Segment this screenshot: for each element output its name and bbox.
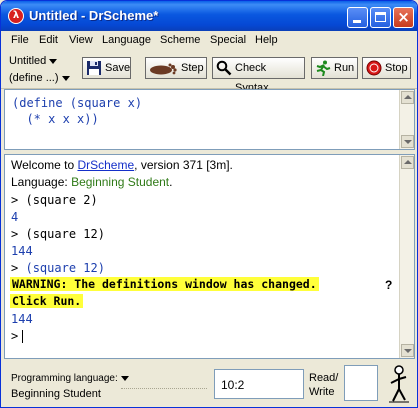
scroll-up-icon[interactable] xyxy=(401,156,414,169)
maximize-button[interactable] xyxy=(370,7,391,28)
repl-input-line: > (square 2) xyxy=(11,193,98,207)
drscheme-link[interactable]: DrScheme xyxy=(77,158,134,172)
code-line: (* x x x)) xyxy=(12,112,99,126)
language-suffix: . xyxy=(169,175,173,189)
warning-line: Click Run. xyxy=(10,294,84,308)
document-name: Untitled xyxy=(9,55,47,67)
repl-result: 144 xyxy=(11,312,33,326)
define-menu[interactable]: (define ...) xyxy=(9,72,70,84)
gc-indicator xyxy=(344,365,378,401)
toolbar: Untitled (define ...) Save Step Check Sy… xyxy=(1,51,417,94)
write-label: Write xyxy=(309,386,335,398)
stop-button[interactable]: Stop xyxy=(362,57,411,79)
welcome-suffix: , version 371 [3m]. xyxy=(134,158,233,172)
chevron-down-icon xyxy=(61,75,70,81)
check-syntax-button[interactable]: Check Syntax xyxy=(212,57,305,94)
warning-mark: ? xyxy=(385,278,393,292)
language-name: Beginning Student xyxy=(71,175,170,189)
maximize-icon xyxy=(375,12,386,22)
read-label: Read/ xyxy=(309,372,339,384)
prompt: > xyxy=(11,227,19,241)
run-label: Run xyxy=(334,62,355,74)
definitions-scrollbar[interactable] xyxy=(399,90,414,149)
lambda-icon[interactable]: λ xyxy=(8,8,24,24)
close-icon: × xyxy=(397,8,410,26)
runner-icon xyxy=(316,60,331,76)
code-line: (define (square x) xyxy=(12,96,143,110)
minimize-button[interactable] xyxy=(347,7,368,28)
warning-line: WARNING: The definitions window has chan… xyxy=(10,277,319,291)
floppy-disk-icon xyxy=(87,61,101,75)
separator xyxy=(121,388,207,389)
save-button[interactable]: Save xyxy=(82,57,131,79)
menu-view[interactable]: View xyxy=(69,34,93,46)
repl-expression: (square 12) xyxy=(25,227,105,241)
run-button[interactable]: Run xyxy=(311,57,358,79)
define-menu-label: (define ...) xyxy=(9,72,59,84)
language-label: Programming language: xyxy=(11,373,118,384)
language-value: Beginning Student xyxy=(11,388,101,400)
interactions-window[interactable]: Welcome to DrScheme, version 371 [3m]. L… xyxy=(4,154,415,359)
repl-prompt-line[interactable]: > xyxy=(11,329,24,343)
chevron-down-icon xyxy=(49,58,58,64)
scroll-up-icon[interactable] xyxy=(401,91,414,104)
language-line: Language: Beginning Student. xyxy=(11,175,173,189)
prompt: > xyxy=(11,193,19,207)
interactions-scrollbar[interactable] xyxy=(399,155,414,358)
menu-bar: File Edit View Language Scheme Special H… xyxy=(1,31,417,51)
save-label: Save xyxy=(105,62,131,74)
document-name-menu[interactable]: Untitled xyxy=(9,55,58,67)
stop-icon xyxy=(366,60,382,76)
chevron-down-icon xyxy=(120,375,129,381)
prompt: > xyxy=(11,261,19,275)
language-prefix: Language: xyxy=(11,175,72,189)
read-write-status: Read/ Write xyxy=(309,371,338,399)
menu-special[interactable]: Special xyxy=(210,34,246,46)
repl-input-line: > (square 12) xyxy=(11,261,105,275)
cursor-position: 10:2 xyxy=(214,369,304,399)
minimize-icon xyxy=(353,20,361,23)
text-cursor xyxy=(22,330,24,343)
welcome-line: Welcome to DrScheme, version 371 [3m]. xyxy=(11,158,233,172)
walking-figure-icon xyxy=(389,365,409,403)
warning-message: WARNING: The definitions window has chan… xyxy=(10,277,319,291)
menu-scheme[interactable]: Scheme xyxy=(160,34,200,46)
warning-message: Click Run. xyxy=(10,294,84,308)
footprint-icon xyxy=(150,63,177,75)
scroll-down-icon[interactable] xyxy=(401,344,414,357)
repl-input-line: > (square 12) xyxy=(11,227,105,241)
repl-expression: (square 12) xyxy=(25,261,105,275)
repl-result: 144 xyxy=(11,244,33,258)
definitions-window[interactable]: (define (square x) (* x x x)) xyxy=(4,89,415,150)
magnifier-icon xyxy=(216,60,232,76)
step-button[interactable]: Step xyxy=(145,57,207,79)
menu-file[interactable]: File xyxy=(11,34,29,46)
step-label: Step xyxy=(181,62,204,74)
menu-language[interactable]: Language xyxy=(102,34,151,46)
stop-label: Stop xyxy=(385,62,408,74)
window-title: Untitled - DrScheme* xyxy=(29,8,159,23)
menu-help[interactable]: Help xyxy=(255,34,278,46)
language-selector[interactable]: Programming language: xyxy=(11,373,129,384)
title-bar[interactable]: λ Untitled - DrScheme* × xyxy=(1,1,417,31)
status-bar: Programming language: Beginning Student … xyxy=(1,361,417,407)
welcome-prefix: Welcome to xyxy=(11,158,78,172)
scroll-down-icon[interactable] xyxy=(401,135,414,148)
menu-edit[interactable]: Edit xyxy=(39,34,58,46)
repl-result: 4 xyxy=(11,210,19,224)
prompt: > xyxy=(11,329,19,343)
repl-expression: (square 2) xyxy=(25,193,98,207)
close-button[interactable]: × xyxy=(393,7,414,28)
drscheme-window: λ Untitled - DrScheme* × File Edit View … xyxy=(0,0,418,408)
